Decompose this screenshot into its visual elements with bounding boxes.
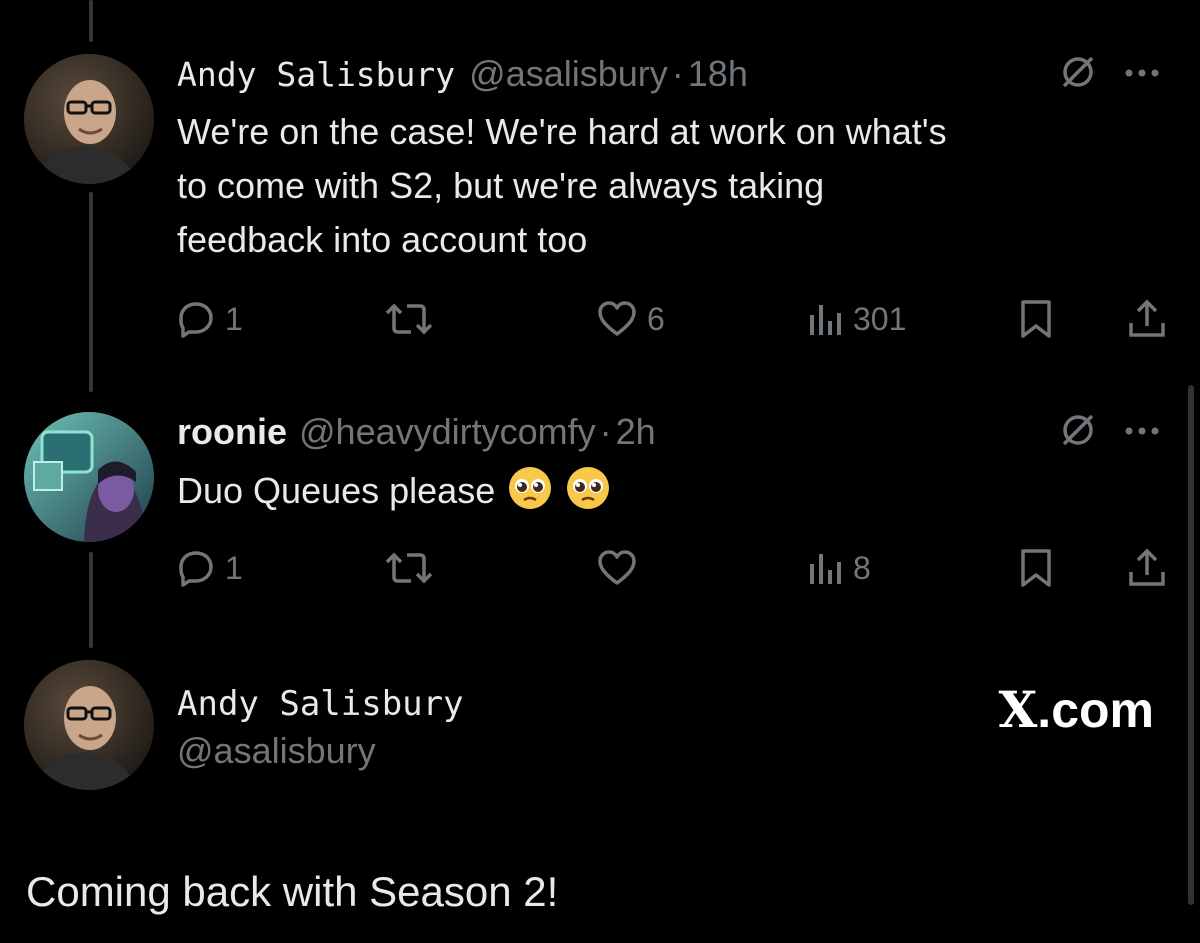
views-count: 301 <box>853 300 907 337</box>
pleading-face-icon <box>565 465 611 511</box>
author-name[interactable]: roonie <box>177 410 287 454</box>
reply-count: 1 <box>225 300 243 337</box>
retweet-button[interactable] <box>385 294 443 344</box>
timestamp[interactable]: 2h <box>616 410 656 454</box>
like-count: 6 <box>647 300 665 337</box>
bookmark-icon <box>1019 548 1053 588</box>
thread-line-top <box>89 0 93 42</box>
bookmark-button[interactable] <box>1019 294 1053 344</box>
like-icon <box>597 549 637 587</box>
card-author-handle: @asalisbury <box>177 730 376 771</box>
tweet-text-line: to come with S2, but we're always taking <box>177 165 825 206</box>
tweet-text-line: feedback into account too <box>177 219 588 260</box>
avatar[interactable] <box>24 54 154 184</box>
views-button[interactable]: 301 <box>807 294 906 344</box>
tweet[interactable]: Andy Salisbury @asalisbury · 18h We're o… <box>177 52 1160 267</box>
views-icon <box>807 301 843 337</box>
tweet-header: roonie @heavydirtycomfy · 2h <box>177 410 1160 454</box>
avatar[interactable] <box>24 660 154 790</box>
reply-icon <box>177 549 215 587</box>
card-quote-text: Coming back with Season 2! <box>26 868 559 915</box>
grok-icon[interactable] <box>1058 52 1098 97</box>
thread-line-1 <box>89 192 93 392</box>
share-icon <box>1127 548 1167 588</box>
x-logo: X.com <box>999 680 1155 739</box>
scrollbar[interactable] <box>1188 385 1194 905</box>
x-logo-suffix: .com <box>1037 682 1154 738</box>
author-handle[interactable]: @asalisbury <box>469 52 668 96</box>
reply-button[interactable]: 1 <box>177 543 243 593</box>
views-button[interactable]: 8 <box>807 543 871 593</box>
tweet-actions: 1 8 <box>177 543 1172 593</box>
reply-button[interactable]: 1 <box>177 294 243 344</box>
tweet-text-line: Duo Queues please <box>177 470 496 511</box>
retweet-button[interactable] <box>385 543 443 593</box>
like-icon <box>597 300 637 338</box>
timestamp[interactable]: 18h <box>688 52 748 96</box>
share-button[interactable] <box>1127 294 1167 344</box>
separator-dot: · <box>671 53 684 94</box>
more-icon[interactable] <box>1124 65 1160 83</box>
separator-dot: · <box>599 411 612 452</box>
like-button[interactable]: 6 <box>597 294 665 344</box>
pleading-face-icon <box>507 465 553 511</box>
card-author-name: Andy Salisbury <box>177 684 464 724</box>
x-logo-letter: X <box>998 680 1038 739</box>
tweet-text: Duo Queues please <box>177 464 1160 518</box>
grok-icon[interactable] <box>1058 410 1098 455</box>
like-button[interactable] <box>597 543 647 593</box>
reply-icon <box>177 300 215 338</box>
thread-line-2 <box>89 552 93 648</box>
tweet-text: We're on the case! We're hard at work on… <box>177 105 1160 267</box>
more-icon[interactable] <box>1124 423 1160 441</box>
tweet-text-line: We're on the case! We're hard at work on… <box>177 111 947 152</box>
share-icon <box>1127 299 1167 339</box>
author-name[interactable]: Andy Salisbury <box>177 53 455 97</box>
author-handle[interactable]: @heavydirtycomfy <box>299 410 596 454</box>
avatar[interactable] <box>24 412 154 542</box>
tweet[interactable]: roonie @heavydirtycomfy · 2h Duo Queues … <box>177 410 1160 518</box>
share-button[interactable] <box>1127 543 1167 593</box>
tweet-actions: 1 6 301 <box>177 294 1172 344</box>
views-count: 8 <box>853 549 871 586</box>
retweet-icon <box>385 300 433 338</box>
reply-count: 1 <box>225 549 243 586</box>
retweet-icon <box>385 549 433 587</box>
views-icon <box>807 550 843 586</box>
card-author: Andy Salisbury @asalisbury <box>177 682 464 776</box>
bookmark-button[interactable] <box>1019 543 1053 593</box>
tweet-header: Andy Salisbury @asalisbury · 18h <box>177 52 1160 97</box>
bookmark-icon <box>1019 299 1053 339</box>
